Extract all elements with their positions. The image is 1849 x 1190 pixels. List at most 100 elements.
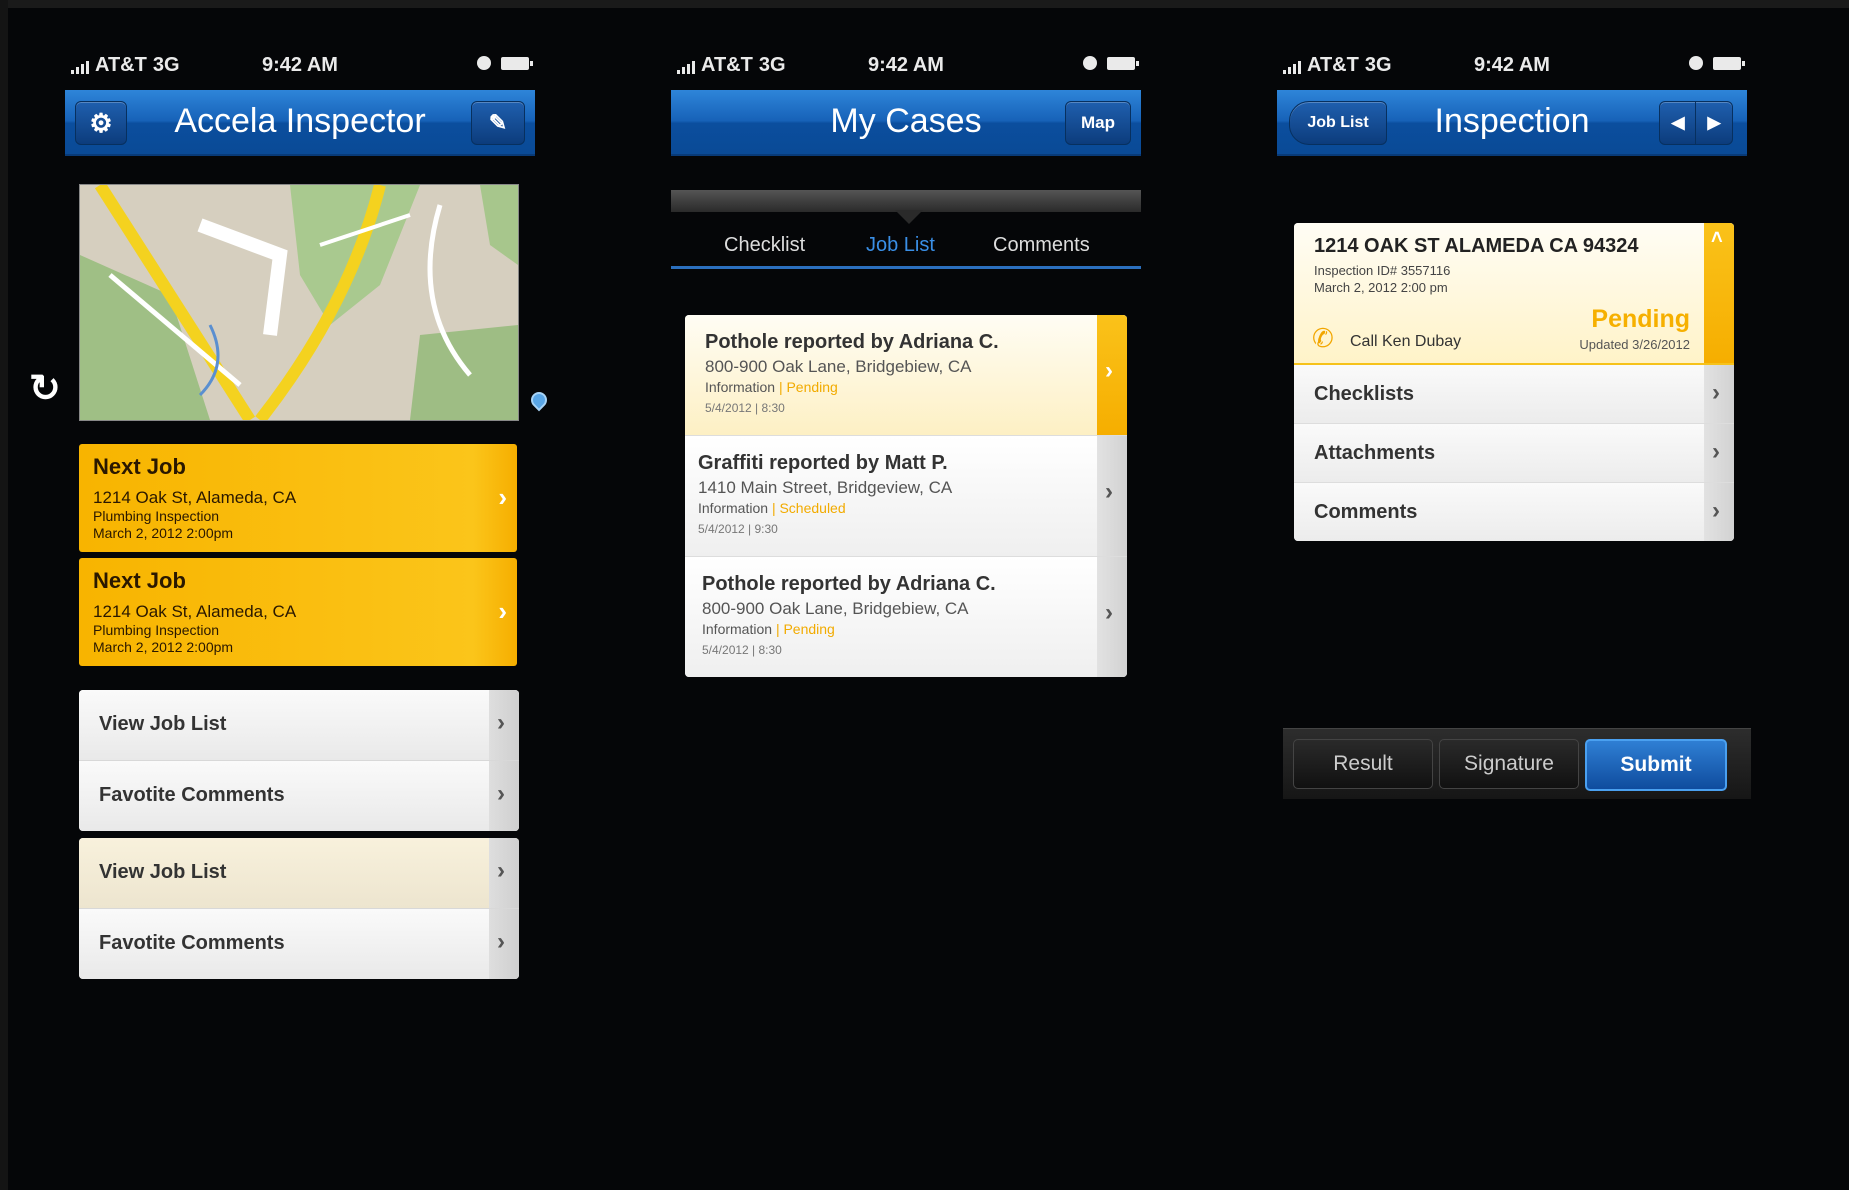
navigation-bar: Job List Inspection ◀ ▶ xyxy=(1277,90,1747,156)
chevron-right-icon: › xyxy=(1712,497,1720,524)
chevron-right-icon: › xyxy=(1712,438,1720,465)
tab-indicator-strip xyxy=(671,190,1141,212)
call-contact-link[interactable]: Call Ken Dubay xyxy=(1350,333,1461,351)
job-datetime: March 2, 2012 2:00pm xyxy=(93,639,234,655)
arrow-right-icon: ▶ xyxy=(1707,113,1721,132)
chevron-right-icon: › xyxy=(497,928,505,955)
chevron-right-icon: › xyxy=(497,857,505,884)
case-address: 800-900 Oak Lane, Bridgebiew, CA xyxy=(705,357,972,376)
location-pin-icon[interactable] xyxy=(527,388,551,412)
chevron-right-icon: › xyxy=(1712,379,1720,406)
screen-inspection: AT&T 3G 9:42 AM Job List Inspection ◀ ▶ … xyxy=(1277,40,1751,799)
collapse-button[interactable]: ˄ xyxy=(1704,223,1734,363)
window-left-edge xyxy=(0,0,8,1190)
chevron-right-icon: › xyxy=(1105,478,1113,505)
previous-button[interactable]: ◀ xyxy=(1659,101,1697,145)
edit-button[interactable]: ✎ xyxy=(471,101,525,145)
menu-item-favorite-comments[interactable]: Favotite Comments › xyxy=(79,909,519,979)
menu-item-label: Favotite Comments xyxy=(99,784,285,806)
job-address: 1214 Oak St, Alameda, CA xyxy=(93,602,297,621)
job-heading: Next Job xyxy=(93,568,186,593)
status-time: 9:42 AM xyxy=(1474,54,1550,76)
menu-item-view-job-list[interactable]: View Job List › xyxy=(79,690,519,761)
battery-icon xyxy=(1713,56,1745,70)
submit-button[interactable]: Submit xyxy=(1585,739,1727,791)
case-info: Information xyxy=(705,379,776,395)
menu-group-2: View Job List › Favotite Comments › xyxy=(79,838,519,979)
status-badge: Pending xyxy=(1591,305,1690,333)
case-info: Information xyxy=(698,500,769,516)
status-time: 9:42 AM xyxy=(868,54,944,76)
case-status: Pending xyxy=(783,621,835,637)
row-checklists[interactable]: Checklists › xyxy=(1294,365,1734,424)
updated-date: Updated 3/26/2012 xyxy=(1579,337,1690,352)
case-address: 800-900 Oak Lane, Bridgebiew, CA xyxy=(702,599,969,618)
case-separator: | xyxy=(775,621,780,637)
tab-job-list[interactable]: Job List xyxy=(866,234,935,257)
case-list: Pothole reported by Adriana C. 800-900 O… xyxy=(685,315,1127,677)
next-button[interactable]: ▶ xyxy=(1695,101,1733,145)
row-label: Comments xyxy=(1314,501,1418,523)
tab-comments[interactable]: Comments xyxy=(993,234,1090,257)
phone-icon[interactable]: ✆ xyxy=(1312,323,1334,354)
action-bar: Result Signature Submit xyxy=(1283,728,1751,799)
case-title: Graffiti reported by Matt P. xyxy=(698,452,948,474)
tab-checklist[interactable]: Checklist xyxy=(724,234,805,257)
case-title: Pothole reported by Adriana C. xyxy=(702,573,996,595)
arrow-left-icon: ◀ xyxy=(1671,113,1685,132)
rotation-lock-icon xyxy=(1083,56,1097,70)
row-label: Checklists xyxy=(1314,383,1415,405)
menu-group-1: View Job List › Favotite Comments › xyxy=(79,690,519,831)
case-status: Scheduled xyxy=(779,500,846,516)
case-item[interactable]: Pothole reported by Adriana C. 800-900 O… xyxy=(685,557,1127,677)
chevron-right-icon: › xyxy=(498,482,507,512)
battery-icon xyxy=(501,56,533,70)
inspection-header: 1214 OAK ST ALAMEDA CA 94324 Inspection … xyxy=(1294,223,1734,365)
refresh-icon[interactable]: ↻ xyxy=(29,370,63,408)
chevron-right-icon: › xyxy=(498,596,507,626)
chevron-up-icon: ˄ xyxy=(1711,227,1723,249)
case-status: Pending xyxy=(786,379,838,395)
window-top-edge xyxy=(0,0,1849,8)
rotation-lock-icon xyxy=(1689,56,1703,70)
map-view[interactable] xyxy=(79,184,519,421)
inspection-card: 1214 OAK ST ALAMEDA CA 94324 Inspection … xyxy=(1294,223,1734,541)
signature-button[interactable]: Signature xyxy=(1439,739,1579,789)
case-separator: | xyxy=(771,500,776,516)
job-type: Plumbing Inspection xyxy=(93,508,220,524)
navigation-bar: My Cases Map xyxy=(671,90,1141,156)
inspection-datetime: March 2, 2012 2:00 pm xyxy=(1314,280,1448,295)
chevron-right-icon: › xyxy=(497,780,505,807)
case-address: 1410 Main Street, Bridgeview, CA xyxy=(698,478,953,497)
screen-accela-inspector: AT&T 3G 9:42 AM ⚙ Accela Inspector ✎ ↻ N… xyxy=(29,40,551,979)
row-attachments[interactable]: Attachments › xyxy=(1294,424,1734,483)
menu-item-favorite-comments[interactable]: Favotite Comments › xyxy=(79,761,519,831)
row-comments[interactable]: Comments › xyxy=(1294,483,1734,541)
pencil-icon: ✎ xyxy=(488,110,508,135)
case-date: 5/4/2012 | 8:30 xyxy=(702,643,782,657)
case-item[interactable]: Pothole reported by Adriana C. 800-900 O… xyxy=(685,315,1127,436)
case-item[interactable]: Graffiti reported by Matt P. 1410 Main S… xyxy=(685,436,1127,557)
menu-item-label: View Job List xyxy=(99,861,227,883)
screen-my-cases: AT&T 3G 9:42 AM My Cases Map Checklist J… xyxy=(671,40,1141,677)
case-date: 5/4/2012 | 9:30 xyxy=(698,522,778,536)
menu-item-label: Favotite Comments xyxy=(99,932,285,954)
tab-bar: Checklist Job List Comments xyxy=(671,226,1141,269)
rotation-lock-icon xyxy=(477,56,491,70)
menu-item-view-job-list[interactable]: View Job List › xyxy=(79,838,519,909)
page-title: Accela Inspector xyxy=(174,102,426,140)
job-datetime: March 2, 2012 2:00pm xyxy=(93,525,234,541)
result-button[interactable]: Result xyxy=(1293,739,1433,789)
menu-item-label: View Job List xyxy=(99,713,227,735)
status-bar: AT&T 3G 9:42 AM xyxy=(671,40,1141,90)
status-bar: AT&T 3G 9:42 AM xyxy=(65,40,535,90)
row-label: Attachments xyxy=(1314,442,1436,464)
map-button[interactable]: Map xyxy=(1065,101,1131,145)
battery-icon xyxy=(1107,56,1139,70)
case-info: Information xyxy=(702,621,773,637)
job-type: Plumbing Inspection xyxy=(93,622,220,638)
job-heading: Next Job xyxy=(93,454,186,479)
next-job-card-2[interactable]: Next Job 1214 Oak St, Alameda, CA Plumbi… xyxy=(79,558,517,666)
next-job-card-1[interactable]: Next Job 1214 Oak St, Alameda, CA Plumbi… xyxy=(79,444,517,552)
inspection-id: Inspection ID# 3557116 xyxy=(1314,263,1451,278)
